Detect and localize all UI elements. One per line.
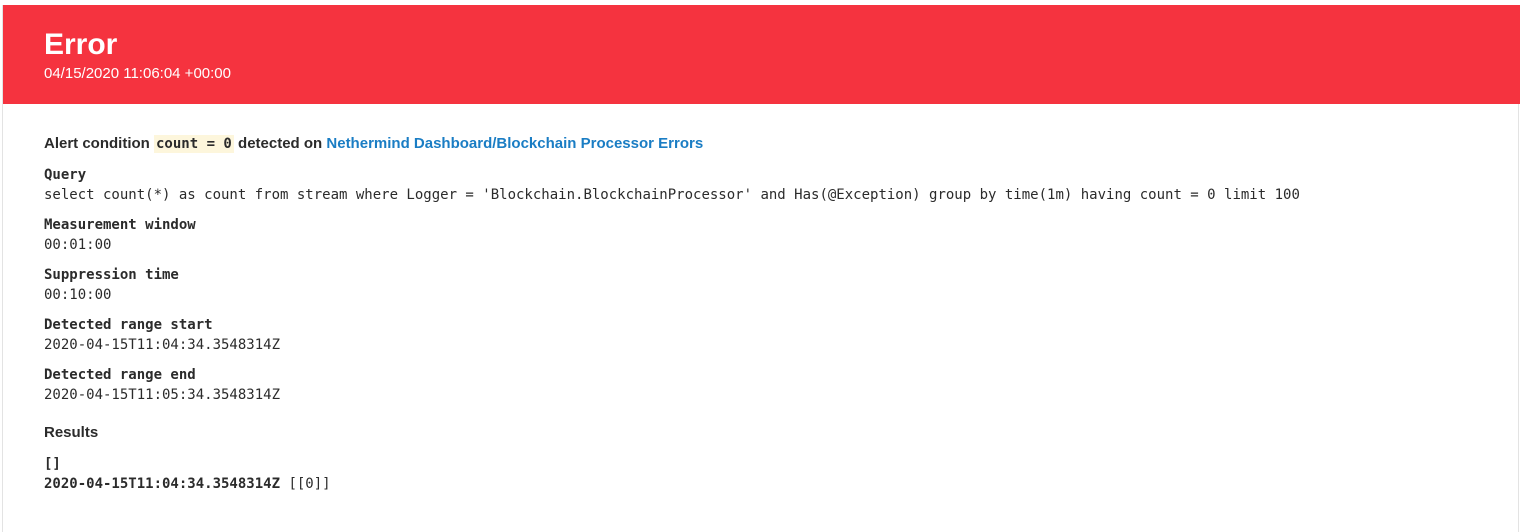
results-table: [] 2020-04-15T11:04:34.3548314Z [[0]] [44, 454, 1498, 494]
suppression-time-label: Suppression time [44, 267, 179, 283]
range-start-label: Detected range start [44, 317, 213, 333]
results-columns: [] [44, 456, 61, 472]
measurement-window-value: 00:01:00 [44, 237, 112, 253]
alert-condition-prefix: Alert condition [44, 135, 150, 152]
alert-body: Alert condition count = 0 detected on Ne… [44, 133, 1498, 494]
results-row: 2020-04-15T11:04:34.3548314Z [[0]] [44, 474, 1498, 494]
results-heading: Results [44, 424, 99, 441]
range-start-field: Detected range start 2020-04-15T11:04:34… [44, 315, 1498, 355]
range-end-label: Detected range end [44, 367, 196, 383]
alert-timestamp: 04/15/2020 11:06:04 +00:00 [44, 65, 231, 82]
suppression-time-value: 00:10:00 [44, 287, 112, 303]
results-row-values: [[0]] [288, 476, 331, 492]
page-title: Error [44, 28, 118, 61]
signal-link[interactable]: Nethermind Dashboard/Blockchain Processo… [326, 135, 703, 152]
range-start-value: 2020-04-15T11:04:34.3548314Z [44, 337, 281, 353]
results-row-time: 2020-04-15T11:04:34.3548314Z [44, 476, 281, 492]
error-header: Error 04/15/2020 11:06:04 +00:00 [3, 5, 1520, 104]
alert-condition-line: Alert condition count = 0 detected on Ne… [44, 133, 1498, 155]
suppression-time-field: Suppression time 00:10:00 [44, 265, 1498, 305]
query-label: Query [44, 167, 87, 183]
measurement-window-field: Measurement window 00:01:00 [44, 215, 1498, 255]
alert-condition-middle: detected on [238, 135, 323, 152]
alert-condition-code: count = 0 [154, 135, 234, 153]
query-value: select count(*) as count from stream whe… [44, 187, 1300, 203]
measurement-window-label: Measurement window [44, 217, 196, 233]
query-field: Query select count(*) as count from stre… [44, 165, 1498, 205]
range-end-value: 2020-04-15T11:05:34.3548314Z [44, 387, 281, 403]
alert-email: Error 04/15/2020 11:06:04 +00:00 Alert c… [2, 5, 1520, 532]
range-end-field: Detected range end 2020-04-15T11:05:34.3… [44, 365, 1498, 405]
